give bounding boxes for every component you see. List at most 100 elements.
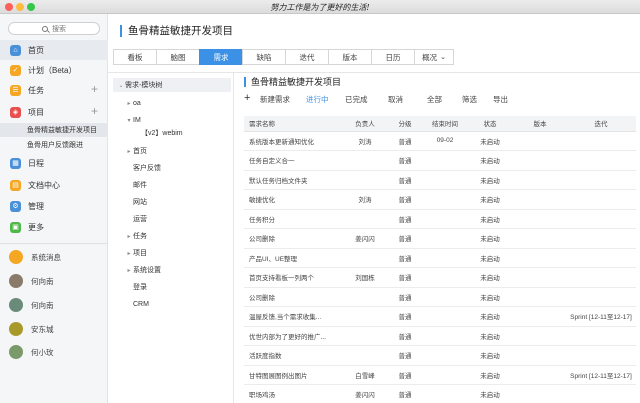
table-row[interactable]: 任务积分 普通 未启动 bbox=[244, 209, 636, 229]
cell-status: 未启动 bbox=[466, 248, 514, 268]
tree-root[interactable]: ⌄ 需求-模块树 bbox=[113, 78, 231, 92]
tree-root-label: 需求-模块树 bbox=[125, 82, 163, 89]
filter-all[interactable]: 全部 bbox=[427, 94, 442, 105]
filter-cancelled[interactable]: 取消 bbox=[388, 94, 403, 105]
contact-item[interactable]: 安东城 bbox=[0, 318, 108, 340]
tree-node[interactable]: 运营 bbox=[113, 212, 147, 226]
contact-name: 何小玫 bbox=[31, 347, 54, 357]
table-row[interactable]: 首页支持看板一列两个 刘国栋 普通 未启动 bbox=[244, 267, 636, 288]
cell-owner: 姜闪闪 bbox=[344, 384, 386, 403]
sidebar-item-manage[interactable]: ⚙ 管理 bbox=[0, 196, 108, 216]
table-row[interactable]: 优世内部为了更好的推广... 普通 未启动 bbox=[244, 326, 636, 346]
tree-node[interactable]: 【v2】webim bbox=[113, 126, 183, 140]
column-header[interactable]: 负责人 bbox=[344, 116, 386, 132]
cell-status: 未启动 bbox=[466, 170, 514, 190]
add-task-icon[interactable]: + bbox=[91, 83, 98, 95]
avatar bbox=[9, 298, 23, 312]
chevron-right-icon: ▸ bbox=[127, 100, 131, 107]
tree-node[interactable]: 客户反馈 bbox=[113, 161, 161, 175]
cell-iteration bbox=[566, 170, 636, 190]
cell-priority: 普通 bbox=[386, 384, 424, 403]
tab-defects[interactable]: 缺陷 bbox=[242, 49, 286, 65]
sidebar-item-plan[interactable]: ✓ 计划（Beta） bbox=[0, 60, 108, 80]
sidebar-item-project[interactable]: ◈ 项目 + bbox=[0, 102, 108, 122]
sidebar-item-task[interactable]: ☰ 任务 + bbox=[0, 80, 108, 100]
cell-iteration bbox=[566, 248, 636, 268]
tab-mindmap[interactable]: 脑图 bbox=[156, 49, 200, 65]
tree-node[interactable]: ▾ IM bbox=[113, 113, 140, 127]
cell-requirement-name: 温屋反馈,当个需求收集... bbox=[244, 306, 344, 327]
cell-end-date bbox=[424, 209, 466, 229]
table-row[interactable]: 温屋反馈,当个需求收集... 普通 未启动 Sprint [12-11至12-17] bbox=[244, 306, 636, 327]
sidebar-item-calendar[interactable]: ▦ 日程 bbox=[0, 153, 108, 173]
project-item-feedback[interactable]: 鱼骨用户反馈跟进 bbox=[0, 138, 108, 152]
cell-end-date: 09-02 bbox=[424, 131, 466, 151]
tree-node[interactable]: ▸ 任务 bbox=[113, 229, 147, 243]
tree-node[interactable]: 登录 bbox=[113, 280, 147, 294]
tab-version[interactable]: 版本 bbox=[328, 49, 372, 65]
contact-item[interactable]: 何向南 bbox=[0, 270, 108, 292]
contact-system-message[interactable]: 系统消息 bbox=[0, 246, 108, 268]
table-row[interactable]: 系统版本更新通知优化 刘涛 普通 09-02 未启动 bbox=[244, 131, 636, 151]
tree-node-label: 网站 bbox=[133, 199, 147, 206]
tree-node[interactable]: ▸ 项目 bbox=[113, 246, 147, 260]
table-row[interactable]: 活跃度指数 普通 未启动 bbox=[244, 345, 636, 366]
tab-overview[interactable]: 概况 ⌄ bbox=[414, 49, 454, 65]
cell-priority: 普通 bbox=[386, 209, 424, 229]
sidebar-item-home[interactable]: ⌂ 首页 bbox=[0, 40, 108, 60]
cell-version bbox=[514, 306, 566, 327]
screen-button[interactable]: 筛选 bbox=[462, 94, 477, 105]
table-row[interactable]: 产品UI、UE整理 普通 未启动 bbox=[244, 248, 636, 268]
table-row[interactable]: 公司删除 姜闪闪 普通 未启动 bbox=[244, 228, 636, 249]
tree-node-label: 任务 bbox=[133, 233, 147, 240]
contact-item[interactable]: 何向南 bbox=[0, 294, 108, 316]
cell-version bbox=[514, 345, 566, 366]
tree-node[interactable]: ▸ 系统设置 bbox=[113, 263, 161, 277]
column-header[interactable]: 结束时间 bbox=[424, 116, 466, 132]
sidebar-item-label: 任务 bbox=[28, 85, 44, 95]
cell-iteration bbox=[566, 267, 636, 288]
tree-node[interactable]: CRM bbox=[113, 297, 149, 311]
project-item-lean-agile[interactable]: 鱼骨精益敏捷开发项目 bbox=[0, 123, 108, 137]
tab-calendar[interactable]: 日历 bbox=[371, 49, 415, 65]
window-title: 努力工作是为了更好的生活! bbox=[270, 3, 370, 12]
tree-node[interactable]: 网站 bbox=[113, 195, 147, 209]
table-row[interactable]: 任务自定义合一 普通 未启动 bbox=[244, 150, 636, 171]
table-row[interactable]: 默认任务归档文件夹 普通 未启动 bbox=[244, 170, 636, 190]
cell-priority: 普通 bbox=[386, 306, 424, 327]
cell-status: 未启动 bbox=[466, 209, 514, 229]
task-icon: ☰ bbox=[10, 84, 21, 96]
filter-completed[interactable]: 已完成 bbox=[345, 94, 368, 105]
contact-item[interactable]: 何小玫 bbox=[0, 341, 108, 363]
column-header[interactable]: 需求名称 bbox=[244, 116, 344, 132]
tab-requirements[interactable]: 需求 bbox=[199, 49, 243, 65]
column-header[interactable]: 迭代 bbox=[566, 116, 636, 132]
add-icon[interactable]: + bbox=[244, 93, 250, 104]
cell-version bbox=[514, 365, 566, 385]
tree-node[interactable]: 邮件 bbox=[113, 178, 147, 192]
window-titlebar: 努力工作是为了更好的生活! bbox=[0, 0, 640, 14]
column-header[interactable]: 版本 bbox=[514, 116, 566, 132]
add-project-icon[interactable]: + bbox=[91, 105, 98, 117]
tab-kanban[interactable]: 看板 bbox=[113, 49, 157, 65]
filter-in-progress[interactable]: 进行中 bbox=[306, 94, 329, 105]
new-requirement-button[interactable]: 新建需求 bbox=[260, 94, 290, 105]
sidebar-item-label: 文档中心 bbox=[28, 180, 60, 190]
tree-node-label: 首页 bbox=[133, 148, 147, 155]
cell-version bbox=[514, 189, 566, 210]
table-row[interactable]: 甘特图展图例出图片 白雪峰 普通 未启动 Sprint [12-11至12-17] bbox=[244, 365, 636, 385]
table-row[interactable]: 公司删除 普通 未启动 bbox=[244, 287, 636, 307]
cell-owner bbox=[344, 326, 386, 346]
table-row[interactable]: 敏捷优化 刘涛 普通 未启动 bbox=[244, 189, 636, 210]
export-button[interactable]: 导出 bbox=[493, 94, 508, 105]
column-header[interactable]: 分级 bbox=[386, 116, 424, 132]
tree-node[interactable]: ▸ 首页 bbox=[113, 144, 147, 158]
sidebar-item-docs[interactable]: ▤ 文档中心 bbox=[0, 175, 108, 195]
tree-node[interactable]: ▸ oa bbox=[113, 96, 140, 110]
tab-iteration[interactable]: 迭代 bbox=[285, 49, 329, 65]
table-row[interactable]: 职场鸡汤 姜闪闪 普通 未启动 bbox=[244, 384, 636, 403]
column-header[interactable]: 状态 bbox=[466, 116, 514, 132]
search-box[interactable]: 搜索 bbox=[8, 22, 100, 35]
sidebar-item-more[interactable]: ▣ 更多 bbox=[0, 217, 108, 237]
cell-requirement-name: 默认任务归档文件夹 bbox=[244, 170, 344, 190]
